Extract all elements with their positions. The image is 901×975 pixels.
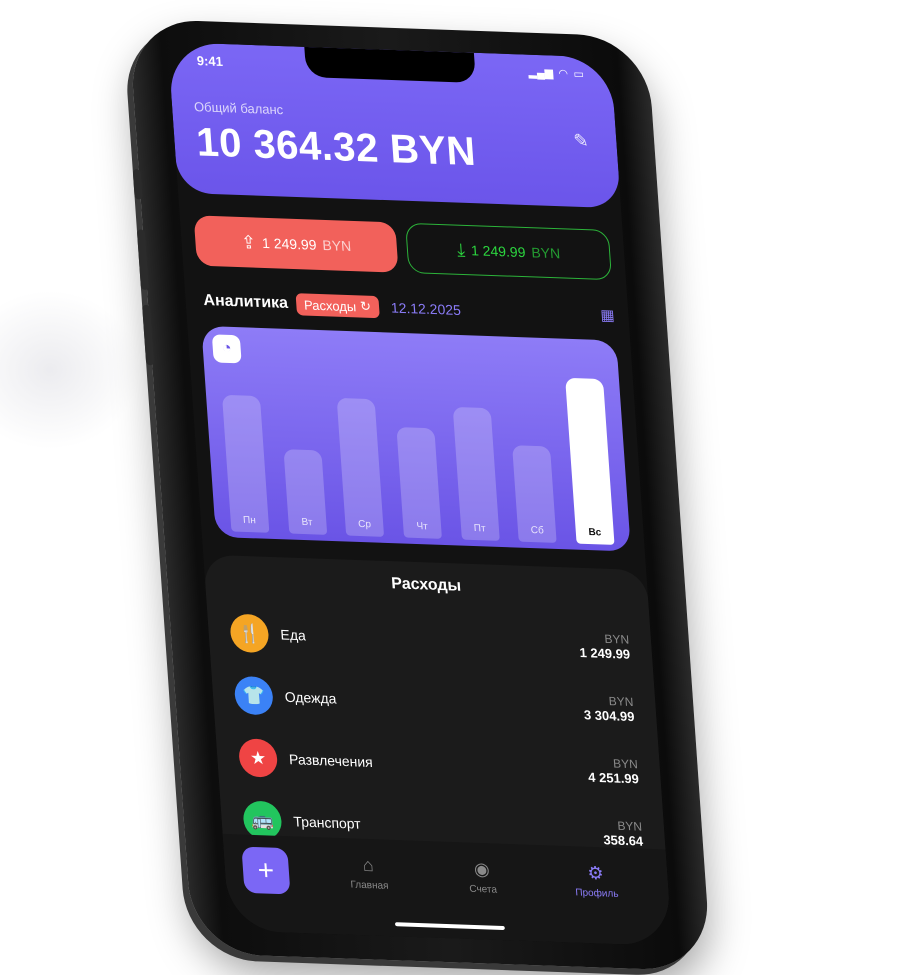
outgoing-currency: BYN	[321, 236, 352, 255]
home-icon: ⌂	[361, 854, 375, 876]
incoming-currency: BYN	[530, 244, 561, 262]
phone-screen: Общий баланс 10 364.32 BYN ✎ 9:41 ▂▄▆ ◠ …	[167, 42, 673, 946]
analytics-date[interactable]: 12.12.2025	[390, 299, 461, 318]
expense-amount: 358.64	[602, 831, 644, 849]
chart-bar[interactable]: Чт	[396, 427, 442, 539]
expense-value: BYN 1 249.99	[578, 630, 631, 661]
calendar-icon[interactable]: ▦	[600, 306, 615, 325]
fork-knife-icon: 🍴	[229, 613, 270, 654]
analytics-row: Аналитика Расходы ↻ 12.12.2025 ▦	[203, 290, 616, 327]
bar-label: Ср	[357, 518, 372, 531]
expense-name: Еда	[279, 626, 307, 644]
bar-label: Пн	[242, 514, 257, 527]
background-glare	[0, 290, 140, 450]
expense-currency: BYN	[616, 818, 643, 834]
balance-amount: 10 364.32 BYN	[194, 120, 478, 175]
status-icons: ▂▄▆ ◠ ▭	[528, 65, 584, 80]
chart-bar[interactable]: Пн	[221, 395, 270, 533]
battery-icon: ▭	[573, 67, 585, 81]
bar-label: Вс	[588, 526, 602, 539]
shirt-icon: 👕	[233, 675, 275, 716]
refresh-icon: ↻	[359, 298, 372, 314]
chart-bar[interactable]: Вс	[565, 377, 615, 545]
expense-name: Транспорт	[292, 813, 362, 832]
weekly-chart: ◔ Пн Вт Ср Чт Пт Сб Вс	[201, 325, 631, 552]
home-indicator	[394, 922, 505, 931]
notch	[304, 46, 476, 83]
bars-area: Пн Вт Ср Чт Пт Сб Вс	[209, 356, 624, 545]
bar-label: Сб	[530, 524, 545, 537]
tab-label: Главная	[350, 879, 389, 892]
download-icon: ⤓	[456, 239, 466, 260]
bar-label: Пт	[473, 522, 487, 535]
expense-amount: 4 251.99	[587, 769, 640, 786]
gear-icon: ⚙	[586, 862, 605, 884]
wifi-icon: ◠	[558, 67, 568, 80]
expense-value: BYN 3 304.99	[582, 693, 635, 724]
incoming-pill[interactable]: ⤓ 1 249.99 BYN	[405, 222, 613, 281]
outgoing-value: 1 249.99	[261, 234, 317, 253]
tab-label: Профиль	[575, 887, 619, 900]
upload-icon: ⇪	[240, 231, 257, 253]
expenses-title: Расходы	[390, 575, 462, 595]
outgoing-pill[interactable]: ⇪ 1 249.99 BYN	[193, 215, 399, 273]
expense-value: BYN 358.64	[602, 818, 644, 849]
star-icon: ★	[237, 738, 279, 778]
expense-name: Развлечения	[288, 751, 374, 771]
bar-label: Чт	[416, 520, 429, 533]
chart-bar[interactable]: Ср	[336, 397, 385, 537]
add-button[interactable]: +	[241, 846, 291, 895]
bar-label: Вт	[301, 516, 313, 529]
expense-amount: 3 304.99	[583, 706, 635, 724]
expense-name: Одежда	[284, 688, 337, 707]
expense-amount: 1 249.99	[579, 644, 631, 662]
cashflow-pills: ⇪ 1 249.99 BYN ⤓ 1 249.99 BYN	[193, 215, 613, 281]
phone-device: Общий баланс 10 364.32 BYN ✎ 9:41 ▂▄▆ ◠ …	[128, 18, 712, 972]
tab-home[interactable]: ⌂ Главная	[313, 849, 424, 893]
analytics-title: Аналитика	[202, 291, 289, 312]
tab-label: Счета	[469, 883, 498, 896]
chart-bar[interactable]: Вт	[283, 449, 327, 535]
wallet-icon: ◉	[473, 858, 491, 880]
edit-icon[interactable]: ✎	[573, 130, 590, 152]
incoming-value: 1 249.99	[470, 242, 526, 261]
expense-value: BYN 4 251.99	[587, 755, 640, 786]
signal-icon: ▂▄▆	[527, 66, 554, 80]
tab-bar: + ⌂ Главная ◉ Счета ⚙ Профиль	[222, 833, 673, 946]
status-time: 9:41	[196, 52, 224, 69]
tab-accounts[interactable]: ◉ Счета	[427, 853, 538, 897]
chart-bar[interactable]: Сб	[512, 445, 558, 543]
filter-label: Расходы	[303, 296, 357, 314]
filter-badge[interactable]: Расходы ↻	[295, 293, 380, 319]
tab-profile[interactable]: ⚙ Профиль	[541, 857, 652, 901]
pie-chart-icon[interactable]: ◔	[211, 334, 242, 364]
chart-bar[interactable]: Пт	[452, 406, 500, 541]
